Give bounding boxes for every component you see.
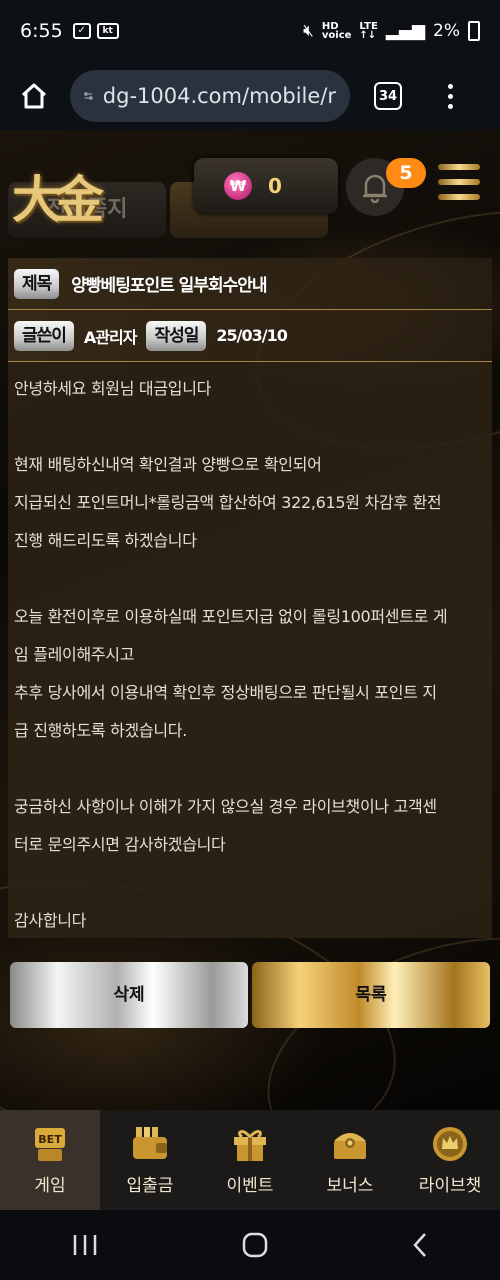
article-author: A관리자	[83, 327, 138, 347]
article-line: 감사합니다	[14, 911, 87, 930]
article-line	[14, 750, 486, 788]
list-button[interactable]: 목록	[252, 962, 490, 1028]
won-coin-icon: ₩	[224, 172, 252, 200]
nav-item-livechat[interactable]: 라이브챗	[400, 1110, 500, 1210]
page-content: 전체쪽지 大金 ₩ 0 5 제목 양빵베팅포인트 일부회수안내 글쓴이 A관리자…	[0, 130, 500, 1110]
article-line: 터로 문의주시면 감사하겠습니다	[14, 835, 226, 854]
site-logo[interactable]: 大金	[12, 160, 132, 229]
bet-icon: BET	[35, 1127, 65, 1161]
carrier-badge: kt	[96, 23, 119, 39]
article-line	[14, 408, 486, 446]
nav-item-game[interactable]: BET 게임	[0, 1110, 100, 1210]
browser-toolbar: dg-1004.com/mobile/r 34	[0, 62, 500, 130]
url-text: dg-1004.com/mobile/r	[102, 84, 336, 108]
wallet-icon	[133, 1126, 167, 1159]
article-line: 급 진행하도록 하겠습니다.	[14, 721, 187, 740]
home-nav-icon[interactable]	[241, 1231, 269, 1259]
article-line: 궁금하신 사항이나 이해가 가지 않으실 경우 라이브챗이나 고객센	[14, 797, 437, 816]
article-line: 오늘 환전이후로 이용하실때 포인트지급 없이 롤링100퍼센트로 게	[14, 607, 448, 626]
wallet-balance[interactable]: ₩ 0	[194, 158, 338, 214]
article-line: 안녕하세요 회원님 대금입니다	[14, 379, 212, 398]
home-button[interactable]	[14, 76, 54, 116]
site-settings-icon	[84, 92, 93, 100]
article-line	[14, 560, 486, 598]
lte-icon: LTE ↑↓	[359, 21, 378, 41]
back-icon[interactable]	[410, 1231, 430, 1259]
system-navigation-bar	[0, 1210, 500, 1280]
article-line: 추후 당사에서 이용내역 확인후 정상배팅으로 판단될시 포인트 지	[14, 683, 437, 702]
article-line	[14, 864, 486, 902]
nav-item-event[interactable]: 이벤트	[200, 1110, 300, 1210]
article-date: 25/03/10	[216, 326, 287, 345]
battery-percent: 2%	[433, 21, 460, 41]
nav-label-bonus: 보너스	[326, 1175, 374, 1196]
home-icon	[21, 83, 47, 109]
article-line: 진행 해드리도록 하겠습니다	[14, 531, 197, 550]
nav-label-event: 이벤트	[226, 1175, 274, 1196]
status-time: 6:55	[20, 20, 63, 42]
article-line: 지급되신 포인트머니*롤링금액 합산하여 322,615원 차감후 환전	[14, 493, 442, 512]
checkbox-notification-icon: ✓	[72, 23, 91, 39]
hd-voice-icon: HD voice	[321, 21, 352, 41]
bottom-navigation: BET 게임 입출금 이벤트 보너스 라이브챗	[0, 1110, 500, 1210]
author-label-chip: 글쓴이	[14, 320, 74, 351]
article-body: 안녕하세요 회원님 대금입니다 현재 배팅하신내역 확인결과 양빵으로 확인되어…	[8, 362, 492, 938]
url-bar[interactable]: dg-1004.com/mobile/r	[70, 70, 350, 122]
article-title: 양빵베팅포인트 일부회수안내	[71, 276, 267, 296]
delete-button[interactable]: 삭제	[10, 962, 248, 1028]
article-view: 제목 양빵베팅포인트 일부회수안내 글쓴이 A관리자 작성일 25/03/10 …	[8, 258, 492, 938]
tab-switcher-button[interactable]: 34	[374, 82, 402, 110]
notification-count-badge: 5	[386, 158, 426, 188]
status-icons: 🔇︎ HD voice LTE ↑↓ ▂▄▆ 2%	[303, 21, 480, 41]
signal-icon: ▂▄▆	[385, 21, 426, 41]
nav-label-livechat: 라이브챗	[418, 1175, 482, 1196]
article-title-row: 제목 양빵베팅포인트 일부회수안내	[8, 258, 492, 310]
article-line: 현재 배팅하신내역 확인결과 양빵으로 확인되어	[14, 455, 322, 474]
svg-text:BET: BET	[38, 1133, 62, 1146]
title-label-chip: 제목	[14, 268, 60, 299]
battery-icon	[468, 21, 480, 41]
article-line: 임 플레이해주시고	[14, 645, 135, 664]
hamburger-menu-button[interactable]	[438, 164, 480, 209]
gift-icon	[234, 1129, 266, 1161]
browser-menu-button[interactable]	[448, 83, 453, 109]
bonus-chest-icon	[334, 1132, 366, 1159]
crown-chat-icon	[433, 1126, 467, 1161]
wallet-value: 0	[268, 174, 282, 198]
recent-apps-icon[interactable]	[70, 1233, 100, 1257]
mute-icon: 🔇︎	[303, 21, 314, 41]
date-label-chip: 작성일	[146, 320, 207, 351]
nav-label-deposit: 입출금	[126, 1175, 174, 1196]
nav-label-game: 게임	[34, 1175, 66, 1196]
nav-item-bonus[interactable]: 보너스	[300, 1110, 400, 1210]
status-bar: 6:55 ✓ kt 🔇︎ HD voice LTE ↑↓ ▂▄▆ 2%	[0, 0, 500, 62]
nav-item-deposit[interactable]: 입출금	[100, 1110, 200, 1210]
article-meta-row: 글쓴이 A관리자 작성일 25/03/10	[8, 310, 492, 362]
